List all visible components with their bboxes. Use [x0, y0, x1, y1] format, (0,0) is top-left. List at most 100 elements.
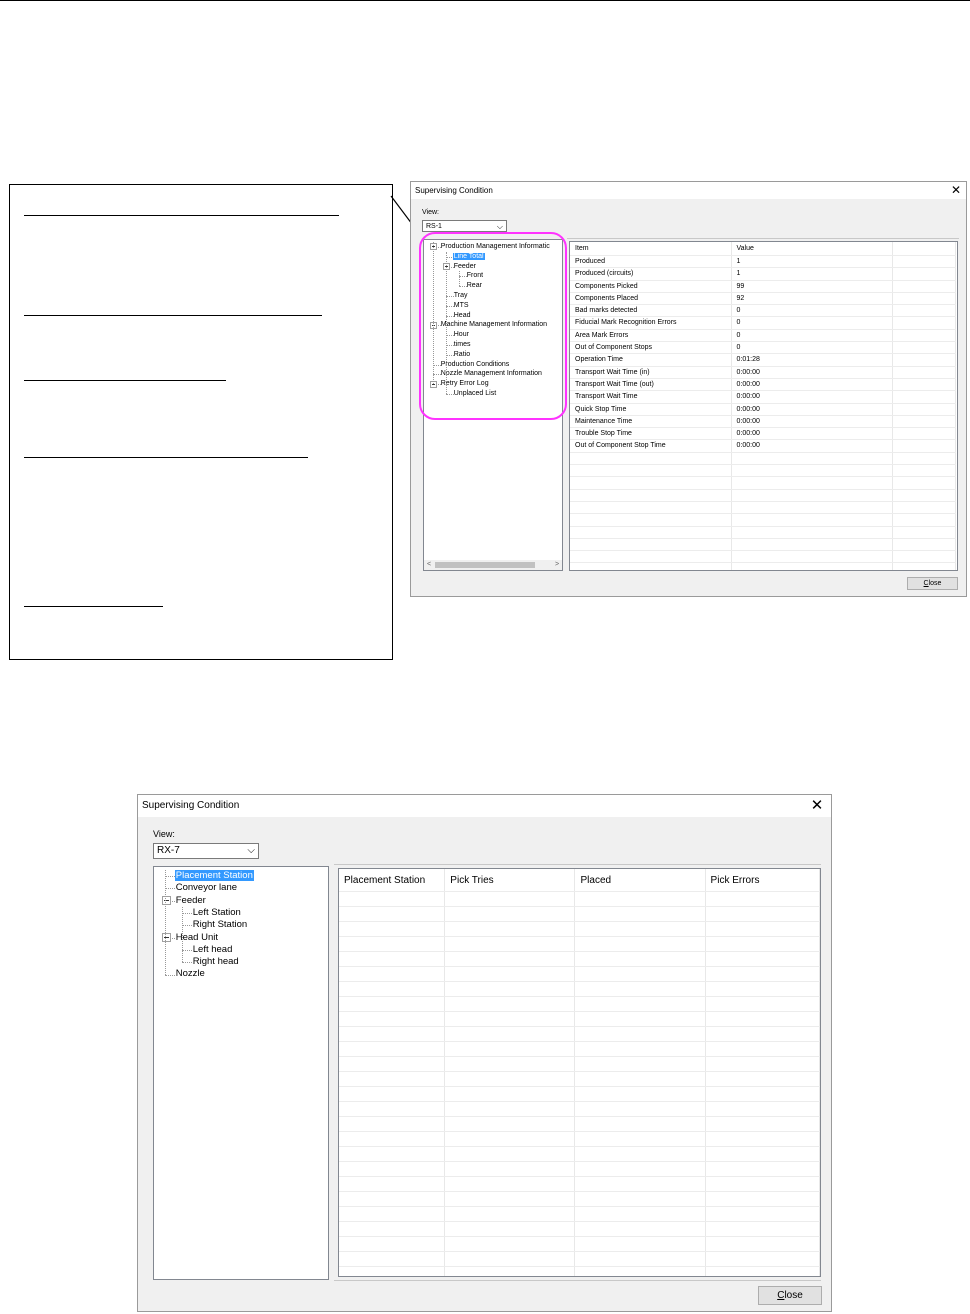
scroll-right-icon[interactable]: > [552, 560, 562, 570]
table-row[interactable] [339, 1011, 820, 1027]
tree-item[interactable]: Right head [192, 956, 240, 968]
table-row[interactable] [570, 513, 956, 527]
scroll-left-icon[interactable]: < [424, 560, 434, 570]
table-row[interactable] [339, 1041, 820, 1057]
table-row[interactable]: Maintenance Time 0:00:00 [570, 415, 956, 429]
tree-item[interactable]: Feeder [175, 895, 207, 907]
column-header[interactable]: Placed [574, 869, 706, 892]
tree-item[interactable]: Nozzle [175, 968, 206, 980]
table-row[interactable]: Out of Component Stop Time 0:00:00 [570, 439, 956, 453]
supervising-condition-window-large: Supervising Condition ✕ View: RX-7 ⌵ Pla… [137, 794, 832, 1312]
table-row[interactable] [570, 550, 956, 564]
table-row[interactable] [339, 1056, 820, 1072]
close-icon[interactable]: ✕ [809, 797, 825, 815]
close-icon[interactable]: ✕ [950, 183, 962, 197]
callout-underline-3 [24, 380, 226, 381]
table-row[interactable]: Fiducial Mark Recognition Errors 0 [570, 316, 956, 330]
table-row[interactable] [339, 1251, 820, 1267]
table-row[interactable] [339, 1146, 820, 1162]
table-cell [892, 341, 956, 355]
table-row[interactable] [339, 1206, 820, 1222]
scrollbar-thumb[interactable] [435, 562, 535, 568]
table-row[interactable]: Transport Wait Time (out) 0:00:00 [570, 378, 956, 392]
table-row[interactable] [570, 538, 956, 552]
column-header[interactable]: Placement Station [339, 869, 446, 892]
table-cell: 0:00:00 [731, 366, 893, 379]
table-row[interactable] [339, 1116, 820, 1132]
table-row[interactable]: Transport Wait Time (in) 0:00:00 [570, 366, 956, 379]
table-row[interactable]: Operation Time 0:01:28 [570, 353, 956, 367]
tree-collapse-icon[interactable] [162, 933, 171, 943]
tree-item[interactable]: Right Station [192, 919, 248, 931]
table-row[interactable]: Bad marks detected 0 [570, 304, 956, 318]
callout-underline-4 [24, 457, 308, 458]
view-select[interactable]: RS-1 ⌵ [422, 220, 507, 232]
table-cell [444, 891, 576, 907]
table-row[interactable] [339, 891, 820, 907]
table-row[interactable] [570, 562, 956, 570]
table-row[interactable] [570, 476, 956, 490]
table-row[interactable]: Components Picked 99 [570, 280, 956, 293]
table-cell [705, 1086, 820, 1102]
table-row[interactable] [339, 1266, 820, 1276]
table-cell [705, 1071, 820, 1087]
column-header[interactable]: Pick Tries [444, 869, 576, 892]
table-row[interactable] [339, 966, 820, 982]
table-row[interactable] [339, 981, 820, 997]
table-row[interactable] [339, 1131, 820, 1147]
table-row[interactable] [339, 1236, 820, 1252]
table-row[interactable] [339, 1176, 820, 1192]
tree-item[interactable]: Conveyor lane [175, 882, 238, 894]
table-row[interactable]: Produced (circuits) 1 [570, 267, 956, 281]
table-row[interactable] [570, 464, 956, 478]
table-row[interactable]: Quick Stop Time 0:00:00 [570, 403, 956, 416]
table-cell [705, 1161, 820, 1177]
table-cell [574, 1041, 706, 1057]
table-row[interactable]: Out of Component Stops 0 [570, 341, 956, 355]
table-row[interactable] [339, 1101, 820, 1117]
table-row[interactable] [570, 526, 956, 539]
table-row[interactable]: Components Placed 92 [570, 292, 956, 306]
table-row[interactable] [339, 921, 820, 937]
tree-item[interactable]: Left Station [192, 907, 242, 919]
column-header[interactable]: Value [731, 242, 893, 256]
table-row[interactable] [339, 906, 820, 922]
table-row[interactable]: Trouble Stop Time 0:00:00 [570, 427, 956, 441]
table-row[interactable] [339, 1071, 820, 1087]
table-row[interactable] [339, 1086, 820, 1102]
table-row[interactable] [570, 489, 956, 502]
callout-underline-2 [24, 315, 322, 316]
horizontal-scrollbar[interactable]: < > [424, 560, 562, 570]
table-cell [444, 1206, 576, 1222]
table-row[interactable]: Transport Wait Time 0:00:00 [570, 390, 956, 404]
close-button[interactable]: Close [758, 1286, 822, 1305]
tree-collapse-icon[interactable] [162, 896, 171, 906]
tree-item[interactable]: Placement Station [174, 870, 254, 882]
table-row[interactable] [339, 1161, 820, 1177]
table-row[interactable]: Area Mark Errors 0 [570, 329, 956, 343]
table-cell [731, 501, 893, 515]
table-cell [339, 1251, 446, 1267]
close-button[interactable]: Close [907, 577, 958, 590]
table-row[interactable] [570, 501, 956, 515]
table-row[interactable] [339, 1191, 820, 1207]
table-row[interactable] [339, 996, 820, 1012]
table-row[interactable] [339, 936, 820, 952]
table-cell [892, 526, 956, 539]
table-row[interactable] [570, 452, 956, 466]
table-row[interactable]: Produced 1 [570, 255, 956, 269]
table-row[interactable] [339, 951, 820, 967]
column-header[interactable]: Item [570, 242, 732, 256]
column-header[interactable]: Pick Errors [705, 869, 820, 892]
table-cell [574, 1056, 706, 1072]
view-select[interactable]: RX-7 ⌵ [153, 843, 259, 859]
table-row[interactable] [339, 1221, 820, 1237]
table-cell [570, 526, 732, 539]
column-header[interactable] [892, 242, 956, 256]
table-cell [339, 1071, 446, 1087]
table-row[interactable] [339, 1026, 820, 1042]
table-cell [339, 1086, 446, 1102]
table-cell [570, 562, 732, 570]
table-cell [574, 1176, 706, 1192]
tree-item[interactable]: Left head [192, 944, 234, 956]
